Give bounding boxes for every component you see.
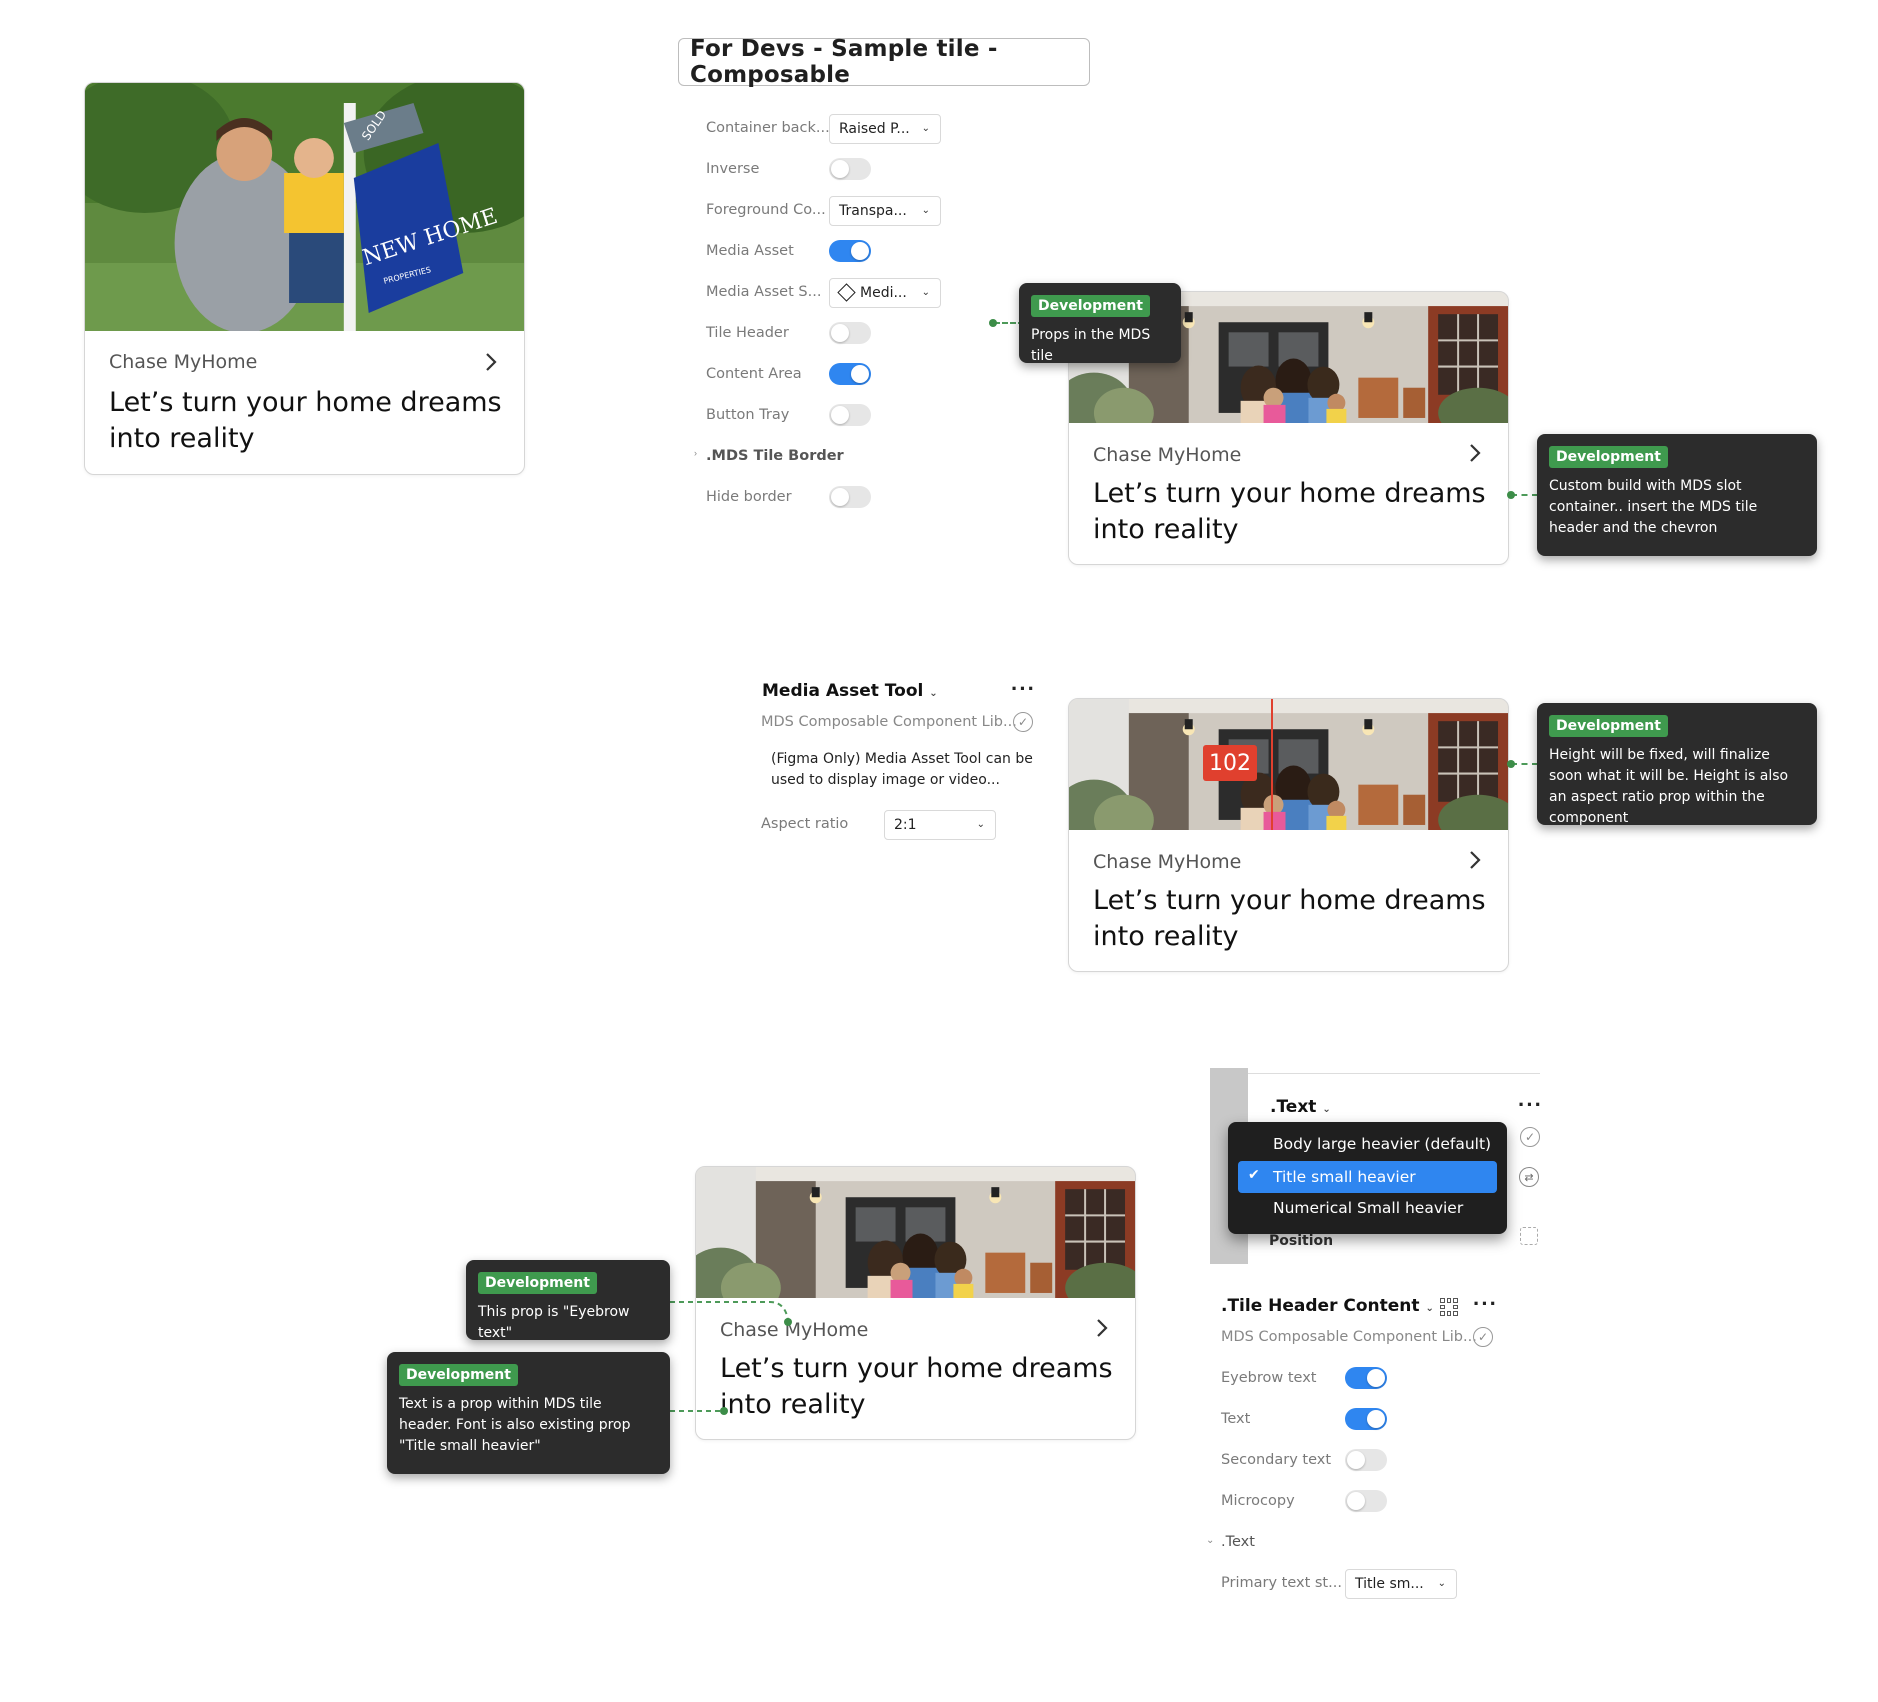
section-mds-tile-border[interactable]: .MDS Tile Border [706, 448, 844, 464]
connector-dot [1507, 760, 1515, 768]
library-name: MDS Composable Component Lib... [1221, 1329, 1477, 1345]
sample-tile-main[interactable]: NEW HOME PROPERTIES SOLD Chase MyHome Le… [84, 82, 525, 475]
dev-tooltip-text-prop: Development Text is a prop within MDS ti… [387, 1352, 670, 1474]
tooltip-text: Height will be fixed, will finalize soon… [1549, 747, 1789, 826]
chevron-right-icon[interactable] [1091, 1317, 1113, 1339]
dev-badge: Development [399, 1364, 518, 1386]
component-swap-icon[interactable]: ⇄ [1519, 1167, 1539, 1187]
container-background-dropdown[interactable]: Raised P... ⌄ [829, 114, 941, 144]
prop-label-text: Text [1221, 1411, 1251, 1427]
frame-select-icon[interactable] [1520, 1227, 1538, 1245]
button-tray-toggle[interactable] [829, 404, 871, 426]
tile-media-image: NEW HOME PROPERTIES SOLD [85, 83, 524, 331]
section-text[interactable]: .Text [1221, 1534, 1255, 1550]
media-asset-tool-title[interactable]: Media Asset Tool ⌄ [762, 681, 938, 701]
height-measure-badge: 102 [1203, 745, 1257, 781]
connector-lines [670, 1301, 792, 1415]
prop-label-foreground: Foreground Co... [706, 202, 826, 218]
aspect-ratio-dropdown[interactable]: 2:1 ⌄ [884, 810, 996, 840]
microcopy-toggle[interactable] [1345, 1490, 1387, 1512]
more-options-icon[interactable]: ··· [1473, 1293, 1498, 1315]
dev-badge: Development [1549, 446, 1668, 468]
tile-media-image [696, 1167, 1135, 1298]
connector-line [1511, 494, 1538, 496]
position-label: Position [1269, 1233, 1334, 1249]
prop-label-eyebrow-text: Eyebrow text [1221, 1370, 1317, 1386]
chevron-right-icon[interactable] [480, 351, 502, 373]
prop-label-media-asset: Media Asset [706, 243, 794, 259]
chevron-right-icon[interactable] [1464, 442, 1486, 464]
tile-eyebrow: Chase MyHome [109, 351, 258, 373]
connector-dot [989, 319, 997, 327]
component-grid-icon[interactable] [1440, 1298, 1458, 1316]
menu-item-numerical-small-heavier[interactable]: Numerical Small heavier [1238, 1192, 1497, 1224]
prop-label-button-tray: Button Tray [706, 407, 790, 423]
prop-label-media-asset-slot: Media Asset S... [706, 284, 822, 300]
prop-label-hide-border: Hide border [706, 489, 792, 505]
tile-header-toggle[interactable] [829, 322, 871, 344]
tooltip-text: This prop is "Eyebrow text" [478, 1304, 630, 1341]
tile-media-image [1069, 699, 1508, 830]
tooltip-text: Props in the MDS tile [1031, 327, 1151, 364]
dev-tooltip-eyebrow: Development This prop is "Eyebrow text" [466, 1260, 670, 1341]
hide-border-toggle[interactable] [829, 486, 871, 508]
tooltip-text: Custom build with MDS slot container.. i… [1549, 478, 1758, 536]
aspect-ratio-label: Aspect ratio [761, 816, 849, 832]
collapse-chevron-icon[interactable]: ⌄ [1206, 1535, 1214, 1546]
page-title: For Devs - Sample tile - Composable [678, 36, 1090, 88]
media-asset-slot-dropdown[interactable]: Medi... ⌄ [829, 278, 941, 308]
tile-header-content-title[interactable]: .Tile Header Content ⌄ [1221, 1296, 1434, 1316]
inverse-toggle[interactable] [829, 158, 871, 180]
tile-title: Let’s turn your home dreams into reality [1093, 478, 1486, 545]
library-name: MDS Composable Component Lib... [761, 714, 1017, 730]
text-panel-title[interactable]: .Text ⌄ [1270, 1097, 1331, 1117]
eyebrow-text-toggle[interactable] [1345, 1367, 1387, 1389]
menu-item-body-large-heavier[interactable]: Body large heavier (default) [1238, 1128, 1497, 1160]
dev-tooltip-custom-build: Development Custom build with MDS slot c… [1537, 434, 1817, 556]
dev-badge: Development [1031, 295, 1150, 317]
dev-badge: Development [478, 1272, 597, 1294]
tile-title: Let’s turn your home dreams into reality [1093, 885, 1486, 952]
media-asset-toggle[interactable] [829, 240, 871, 262]
text-toggle[interactable] [1345, 1408, 1387, 1430]
dev-tooltip-props: Development Props in the MDS tile [1019, 283, 1181, 364]
collapse-chevron-icon[interactable]: › [694, 448, 697, 458]
divider [1248, 1073, 1540, 1074]
verified-check-icon: ✓ [1473, 1327, 1493, 1347]
content-area-toggle[interactable] [829, 363, 871, 385]
chevron-right-icon[interactable] [1464, 849, 1486, 871]
foreground-dropdown[interactable]: Transpa... ⌄ [829, 196, 941, 226]
prop-label-container-background: Container back... [706, 120, 830, 136]
more-options-icon[interactable]: ··· [1011, 678, 1036, 700]
dev-tooltip-height: Development Height will be fixed, will f… [1537, 703, 1817, 826]
prop-label-secondary-text: Secondary text [1221, 1452, 1332, 1468]
primary-text-style-label: Primary text st... [1221, 1575, 1342, 1591]
sample-tile-3[interactable]: 102 Chase MyHome Let’s turn your home dr… [1068, 698, 1509, 972]
primary-text-style-dropdown[interactable]: Title sm... ⌄ [1345, 1569, 1457, 1599]
checkmark-icon: ✔ [1248, 1167, 1260, 1183]
diamond-icon [837, 283, 856, 302]
verified-check-icon: ✓ [1520, 1127, 1540, 1147]
connector-dot [1507, 491, 1515, 499]
secondary-text-toggle[interactable] [1345, 1449, 1387, 1471]
prop-label-content-area: Content Area [706, 366, 802, 382]
connector-line [1511, 763, 1538, 765]
tile-title: Let’s turn your home dreams into reality [109, 387, 502, 454]
menu-item-title-small-heavier[interactable]: ✔ Title small heavier [1238, 1161, 1497, 1193]
tile-eyebrow: Chase MyHome [1093, 851, 1242, 873]
prop-label-tile-header: Tile Header [706, 325, 789, 341]
text-style-menu[interactable]: Body large heavier (default) ✔ Title smal… [1228, 1122, 1507, 1234]
media-asset-description: (Figma Only) Media Asset Tool can be used… [771, 751, 1033, 788]
height-measure-line [1271, 699, 1273, 830]
tooltip-text: Text is a prop within MDS tile header. F… [399, 1396, 631, 1454]
verified-check-icon: ✓ [1013, 712, 1033, 732]
dev-badge: Development [1549, 715, 1668, 737]
tile-eyebrow: Chase MyHome [1093, 444, 1242, 466]
prop-label-inverse: Inverse [706, 161, 760, 177]
prop-label-microcopy: Microcopy [1221, 1493, 1295, 1509]
more-options-icon[interactable]: ··· [1518, 1094, 1543, 1116]
